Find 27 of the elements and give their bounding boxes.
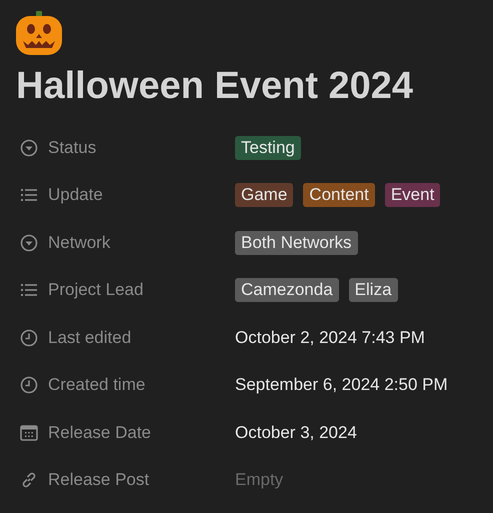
tag[interactable]: Both Networks bbox=[235, 230, 358, 255]
dropdown-circle-icon bbox=[20, 138, 38, 157]
property-label: Network bbox=[48, 232, 110, 253]
tag[interactable]: Eliza bbox=[348, 278, 398, 302]
tag[interactable]: Camezonda bbox=[235, 278, 339, 302]
property-label: Project Lead bbox=[48, 280, 144, 300]
clock-icon bbox=[20, 376, 38, 394]
url-field[interactable]: Empty bbox=[235, 470, 435, 490]
pumpkin-icon bbox=[16, 10, 62, 56]
tag[interactable]: Content bbox=[303, 183, 375, 208]
tag[interactable]: Event bbox=[384, 183, 440, 208]
property-label: Status bbox=[48, 138, 96, 158]
property-label: Last edited bbox=[48, 328, 132, 348]
property-value: October 3, 2024 bbox=[235, 422, 357, 443]
link-icon bbox=[20, 471, 38, 490]
property-label: Release Date bbox=[48, 422, 152, 443]
property-label: Created time bbox=[48, 375, 146, 396]
calendar-icon bbox=[20, 424, 38, 442]
property-value: September 6, 2024 2:50 PM bbox=[235, 375, 448, 396]
property-label: Update bbox=[48, 185, 103, 206]
dropdown-circle-icon bbox=[20, 234, 38, 252]
property-value: October 2, 2024 7:43 PM bbox=[235, 328, 425, 348]
tag[interactable]: Testing bbox=[235, 136, 301, 160]
property-label: Release Post bbox=[48, 470, 150, 490]
clock-icon bbox=[20, 328, 38, 347]
page-title: Halloween Event 2024 bbox=[16, 64, 414, 108]
tag[interactable]: Game bbox=[235, 183, 294, 208]
